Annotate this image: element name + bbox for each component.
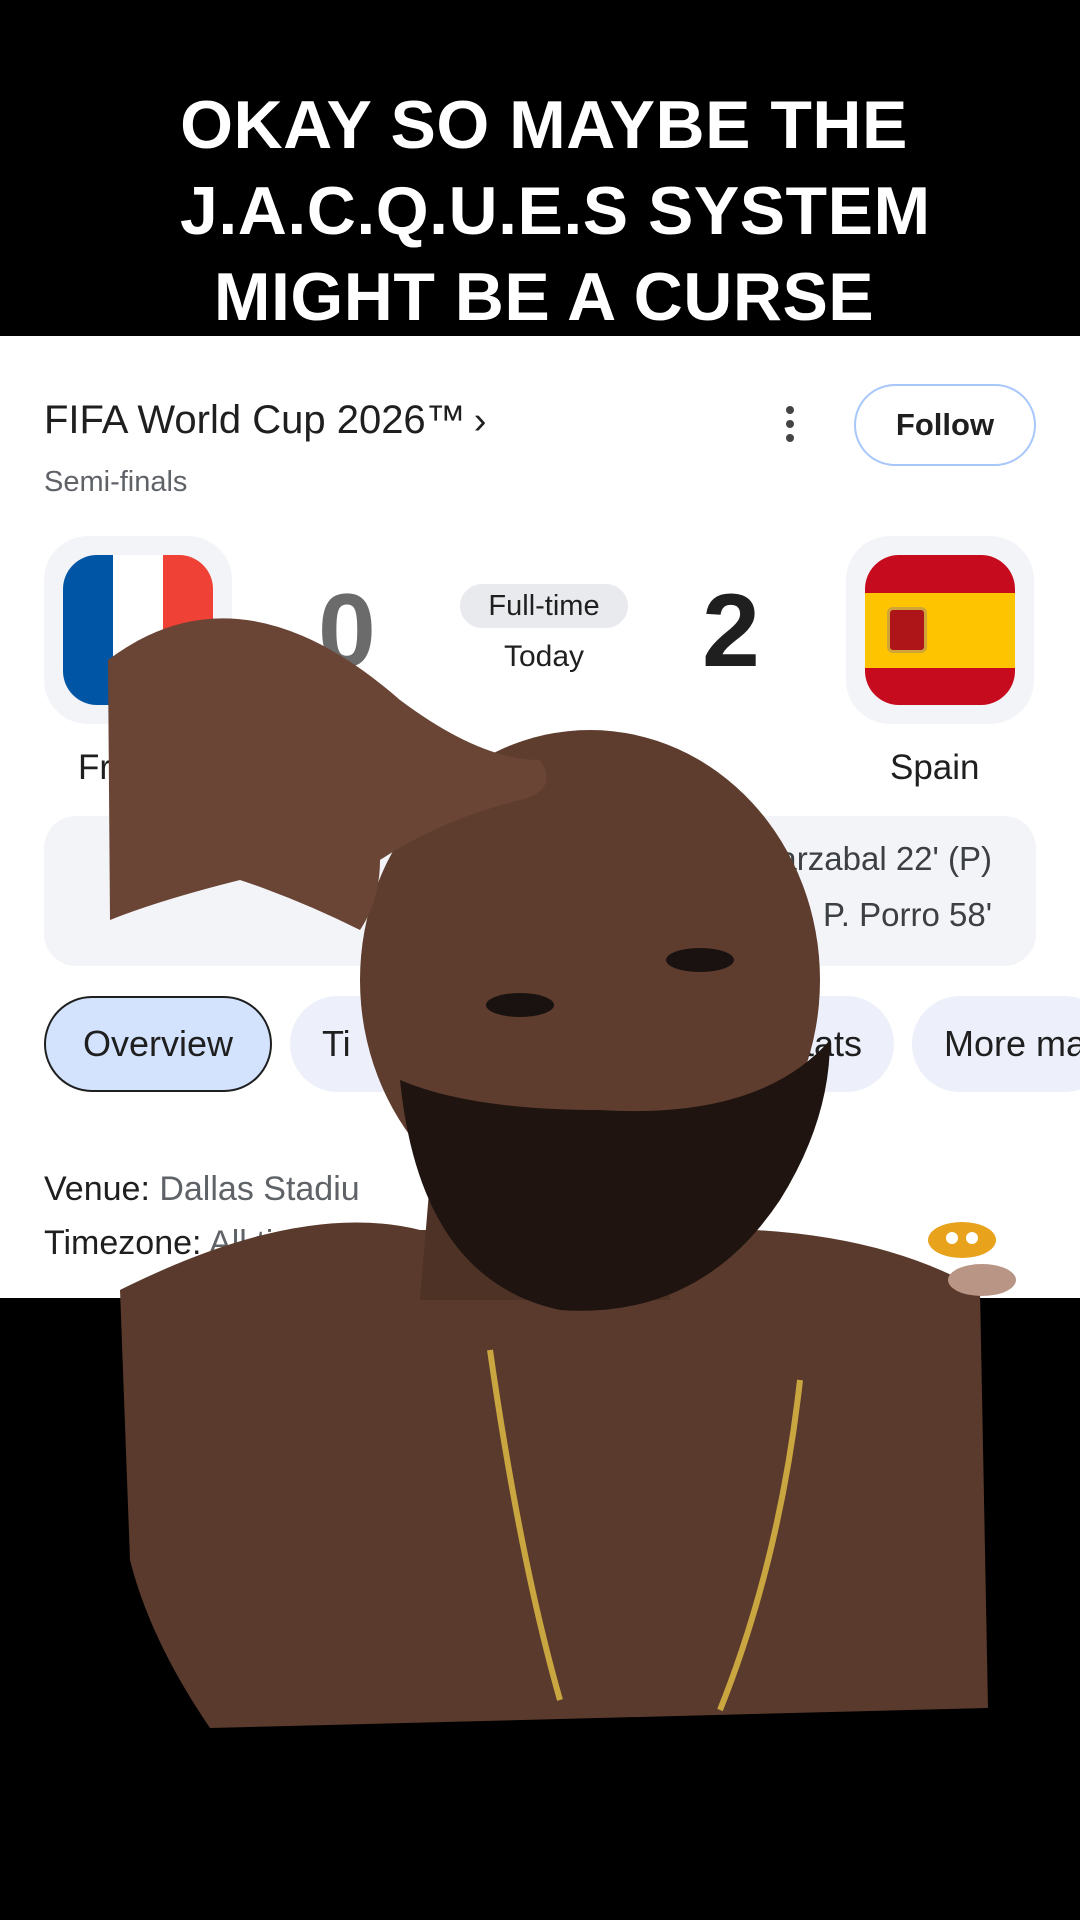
goal-scorers-panel: varzabal 22' (P) P. Porro 58' bbox=[44, 816, 1036, 966]
caption-line: J.A.C.Q.U.E.S SYSTEM bbox=[180, 173, 931, 249]
more-vert-icon[interactable] bbox=[780, 406, 800, 450]
timezone-label: Timezone: bbox=[44, 1224, 202, 1262]
caption-overlay: OKAY SO MAYBE THE J.A.C.Q.U.E.S SYSTEM M… bbox=[180, 82, 931, 354]
match-card: FIFA World Cup 2026™ › Semi-finals Follow… bbox=[0, 336, 1080, 1298]
timezone-value: All times ar bbox=[209, 1224, 378, 1262]
scorer-entry: varzabal 22' (P) bbox=[761, 840, 992, 877]
timezone-info: Timezone: All times ar bbox=[44, 1224, 377, 1263]
away-team-logo[interactable] bbox=[846, 536, 1034, 724]
match-status-badge: Full-time bbox=[460, 584, 628, 628]
sticker-icon bbox=[928, 1222, 1016, 1296]
tab-timeline[interactable]: Ti bbox=[290, 996, 470, 1092]
chevron-right-icon: › bbox=[473, 400, 487, 442]
france-flag bbox=[63, 555, 213, 705]
home-team-name[interactable]: Fr bbox=[78, 748, 111, 788]
away-team-name[interactable]: Spain bbox=[890, 748, 980, 788]
tab-more-matches[interactable]: More ma bbox=[912, 996, 1080, 1092]
home-score: 0 bbox=[318, 573, 376, 689]
tab-stats[interactable]: tats bbox=[700, 996, 894, 1092]
away-score: 2 bbox=[702, 573, 760, 689]
venue-info: Venue: Dallas Stadiu bbox=[44, 1170, 360, 1209]
home-team-logo[interactable] bbox=[44, 536, 232, 724]
caption-line: OKAY SO MAYBE THE bbox=[180, 87, 908, 163]
caption-line: MIGHT BE A CURSE bbox=[213, 259, 875, 335]
follow-button[interactable]: Follow bbox=[854, 384, 1036, 466]
match-stage: Semi-finals bbox=[44, 466, 188, 498]
tournament-link[interactable]: FIFA World Cup 2026™ › bbox=[44, 398, 486, 443]
venue-value[interactable]: Dallas Stadiu bbox=[159, 1170, 359, 1208]
scorer-entry: P. Porro 58' bbox=[823, 896, 992, 933]
spain-flag bbox=[865, 555, 1015, 705]
tournament-title: FIFA World Cup 2026™ bbox=[44, 398, 466, 442]
match-date: Today bbox=[503, 640, 585, 673]
venue-label: Venue: bbox=[44, 1170, 150, 1208]
tab-overview[interactable]: Overview bbox=[44, 996, 272, 1092]
